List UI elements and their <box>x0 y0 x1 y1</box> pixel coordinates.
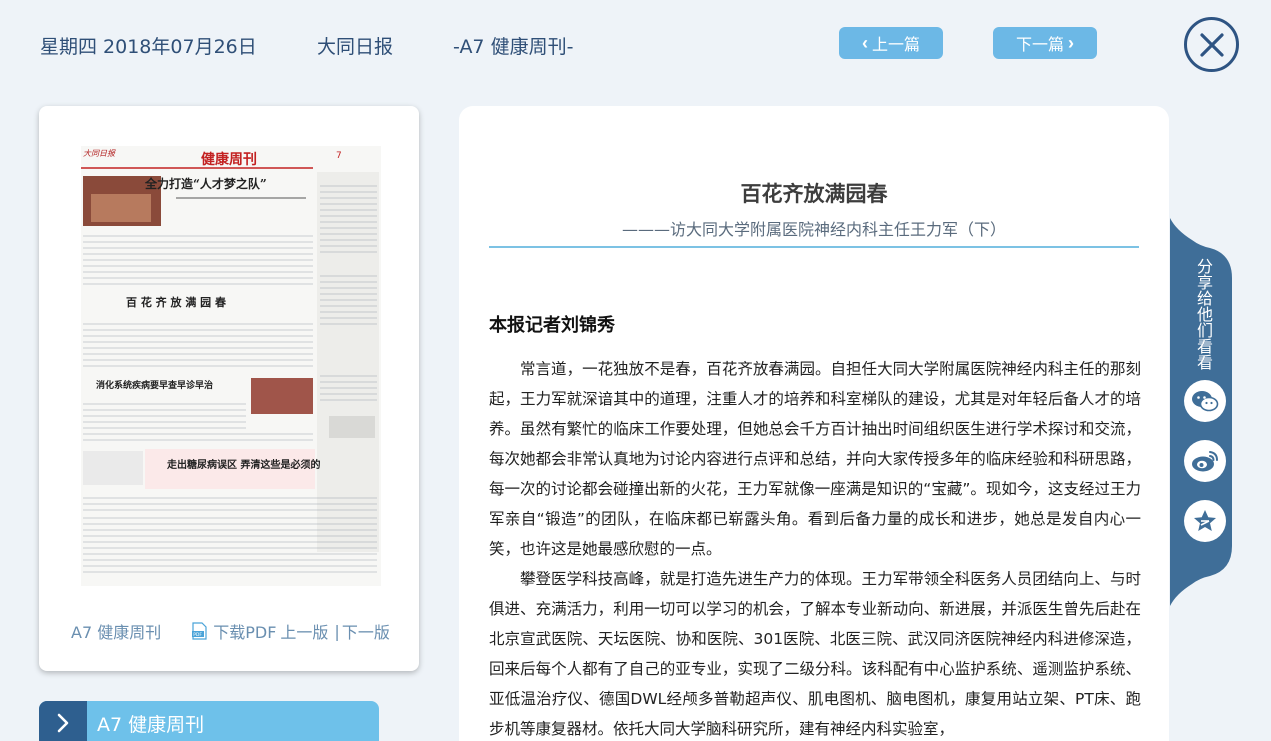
thumb-page-number: 7 <box>336 151 342 161</box>
share-wechat-button[interactable] <box>1184 380 1226 422</box>
newspaper-page-image: 大同日报 健康周刊 7 全力打造“人才梦之队” 百 花 齐 放 满 园 春 消化… <box>81 146 381 586</box>
prev-article-label: 上一篇 <box>871 37 920 54</box>
download-pdf-link[interactable]: 下载PDF <box>213 619 276 643</box>
favorite-star-icon <box>1194 510 1216 531</box>
article-body: 常言道，一花独放不是春，百花齐放春满园。自担任大同大学附属医院神经内科主任的那刻… <box>489 354 1141 741</box>
wechat-icon <box>1192 391 1219 412</box>
pdf-file-icon: PDF <box>192 622 207 640</box>
newspaper-page-thumbnail[interactable]: 大同日报 健康周刊 7 全力打造“人才梦之队” 百 花 齐 放 满 园 春 消化… <box>81 146 381 586</box>
next-article-button[interactable]: 下一篇 › <box>993 27 1097 59</box>
section-name: A7 健康周刊 <box>97 713 205 736</box>
close-x-icon <box>1199 32 1224 57</box>
chevron-left-icon: ‹ <box>861 33 868 53</box>
svg-text:PDF: PDF <box>193 632 202 638</box>
page-thumbnail-card: 大同日报 健康周刊 7 全力打造“人才梦之队” 百 花 齐 放 满 园 春 消化… <box>39 106 419 671</box>
chevron-right-icon <box>57 713 69 733</box>
card-links: A7 健康周刊 PDF 下载PDF 上一版 | 下一版 <box>71 619 390 643</box>
section-arrow <box>39 701 87 741</box>
thumb-logo: 大同日报 <box>83 149 116 158</box>
next-page-link[interactable]: 下一版 <box>342 619 390 643</box>
close-button[interactable] <box>1184 17 1239 72</box>
thumb-headline-1: 全力打造“人才梦之队” <box>144 176 267 191</box>
thumb-masthead: 健康周刊 <box>201 151 257 168</box>
section-selector[interactable]: A7 健康周刊 <box>39 701 379 741</box>
card-section-link[interactable]: A7 健康周刊 <box>71 619 161 643</box>
article-subtitle: ———访大同大学附属医院神经内科主任王力军（下） <box>621 220 1006 239</box>
weibo-icon <box>1192 451 1218 472</box>
thumb-headline-3: 消化系统疾病要早查早诊早治 <box>96 379 213 391</box>
header: 星期四 2018年07月26日 大同日报 -A7 健康周刊- ‹ 上一篇 下一篇… <box>0 0 1271 90</box>
chevron-right-icon: › <box>1068 33 1074 53</box>
link-separator: | <box>334 621 340 641</box>
share-favorite-button[interactable] <box>1184 500 1226 542</box>
prev-page-link[interactable]: 上一版 <box>280 619 328 643</box>
share-label: 分享给他们看看 <box>1194 258 1213 370</box>
article-paragraph: 攀登医学科技高峰，就是打造先进生产力的体现。王力军带领全科医务人员团结向上、与时… <box>489 570 1141 738</box>
thumb-headline-4: 走出糖尿病误区 弄清这些是必须的 <box>166 458 320 471</box>
next-article-label: 下一篇 <box>1015 37 1064 54</box>
thumb-headline-2: 百 花 齐 放 满 园 春 <box>126 295 227 309</box>
article-byline: 本报记者刘锦秀 <box>489 315 615 336</box>
article-panel: 百花齐放满园春 ———访大同大学附属医院神经内科主任王力军（下） 本报记者刘锦秀… <box>459 106 1169 741</box>
issue-date: 星期四 2018年07月26日 <box>40 36 257 58</box>
article-paragraph: 常言道，一花独放不是春，百花齐放春满园。自担任大同大学附属医院神经内科主任的那刻… <box>489 360 1141 558</box>
edition-label: -A7 健康周刊- <box>453 36 574 58</box>
article-title: 百花齐放满园春 <box>740 182 888 206</box>
prev-article-button[interactable]: ‹ 上一篇 <box>839 27 943 59</box>
share-sidebar: 分享给他们看看 <box>1170 218 1232 606</box>
title-divider <box>489 246 1139 248</box>
paper-name: 大同日报 <box>317 36 394 58</box>
share-weibo-button[interactable] <box>1184 440 1226 482</box>
